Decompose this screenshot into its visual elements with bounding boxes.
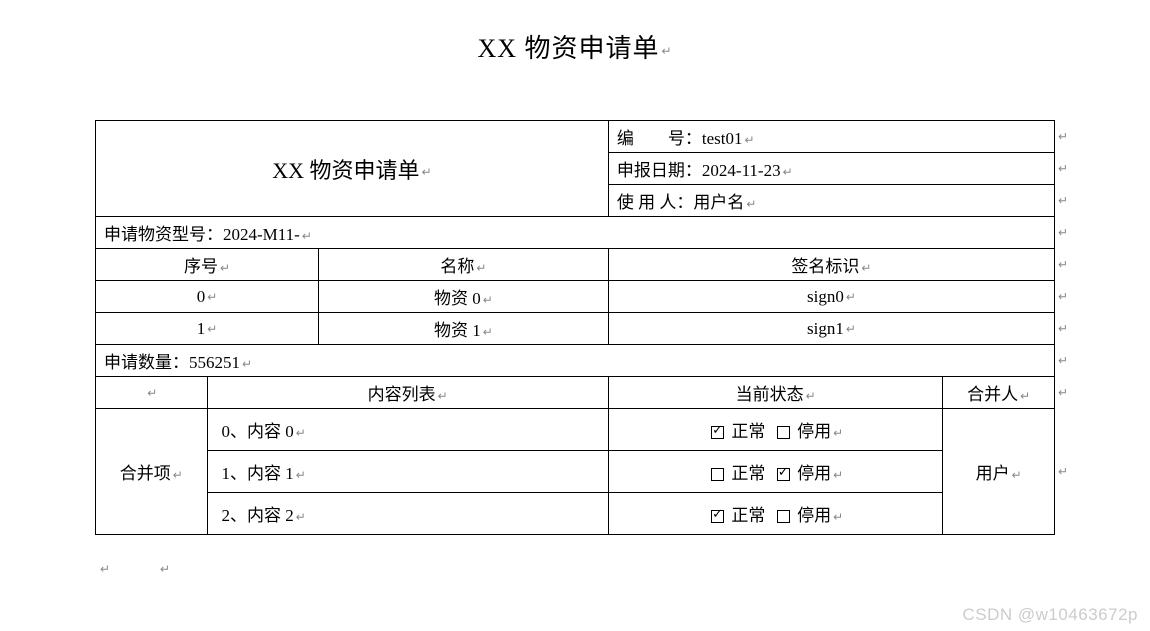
- qty-row: 申请数量：556251↵ ↵: [96, 345, 1055, 377]
- status-cell: 正常 停用↵: [608, 451, 943, 493]
- model-value: 2024-M11-: [223, 225, 300, 244]
- qty-value: 556251: [189, 353, 240, 372]
- number-cell: 编 号：test01↵ ↵: [608, 121, 1054, 153]
- paragraph-mark-icon: ↵: [160, 562, 170, 577]
- col-name: 名称↵: [319, 249, 609, 281]
- checkbox-normal-icon: [711, 510, 724, 523]
- user-label: 使 用 人：: [617, 193, 694, 212]
- user-value: 用户名: [693, 193, 744, 212]
- status-cell: 正常 停用↵: [608, 409, 943, 451]
- page-title: XX 物资申请单↵: [0, 0, 1150, 65]
- item-row: 1↵ 物资 1↵ sign1↵↵: [96, 313, 1055, 345]
- col-sign: 签名标识↵↵: [608, 249, 1054, 281]
- col2-mergeuser: 合并人↵↵: [943, 377, 1055, 409]
- date-label: 申报日期：: [617, 161, 702, 180]
- model-label: 申请物资型号：: [104, 225, 223, 244]
- date-value: 2024-11-23: [702, 161, 781, 180]
- status-cell: 正常 停用↵: [608, 493, 943, 535]
- merge-label-cell: 合并项↵: [96, 409, 208, 535]
- checkbox-normal-icon: [711, 468, 724, 481]
- col2-content: 内容列表↵: [207, 377, 608, 409]
- model-row: 申请物资型号：2024-M11-↵ ↵: [96, 217, 1055, 249]
- qty-label: 申请数量：: [104, 353, 189, 372]
- item-row: 0↵ 物资 0↵ sign0↵↵: [96, 281, 1055, 313]
- user-cell: 使 用 人：用户名↵ ↵: [608, 185, 1054, 217]
- paragraph-mark-icon: ↵: [662, 44, 673, 58]
- paragraph-mark-icon: ↵: [422, 165, 432, 179]
- number-value: test01: [702, 129, 743, 148]
- checkbox-normal-icon: [711, 426, 724, 439]
- content-row: 合并项↵ 0、内容 0↵ 正常 停用↵ 用户↵↵: [96, 409, 1055, 451]
- form-title-cell: XX 物资申请单↵: [96, 121, 609, 217]
- watermark: CSDN @w10463672p: [962, 605, 1138, 625]
- form-table: XX 物资申请单↵ 编 号：test01↵ ↵ 申报日期：2024-11-23↵…: [95, 120, 1055, 535]
- col-seq: 序号↵: [96, 249, 319, 281]
- merge-user-cell: 用户↵↵: [943, 409, 1055, 535]
- number-label: 编 号：: [617, 129, 702, 148]
- col2-blank: ↵: [96, 377, 208, 409]
- content-row: 1、内容 1↵ 正常 停用↵: [96, 451, 1055, 493]
- checkbox-disabled-icon: [777, 468, 790, 481]
- content-row: 2、内容 2↵ 正常 停用↵: [96, 493, 1055, 535]
- paragraph-mark-icon: ↵: [100, 562, 110, 577]
- col2-status: 当前状态↵: [608, 377, 943, 409]
- checkbox-disabled-icon: [777, 426, 790, 439]
- date-cell: 申报日期：2024-11-23↵ ↵: [608, 153, 1054, 185]
- checkbox-disabled-icon: [777, 510, 790, 523]
